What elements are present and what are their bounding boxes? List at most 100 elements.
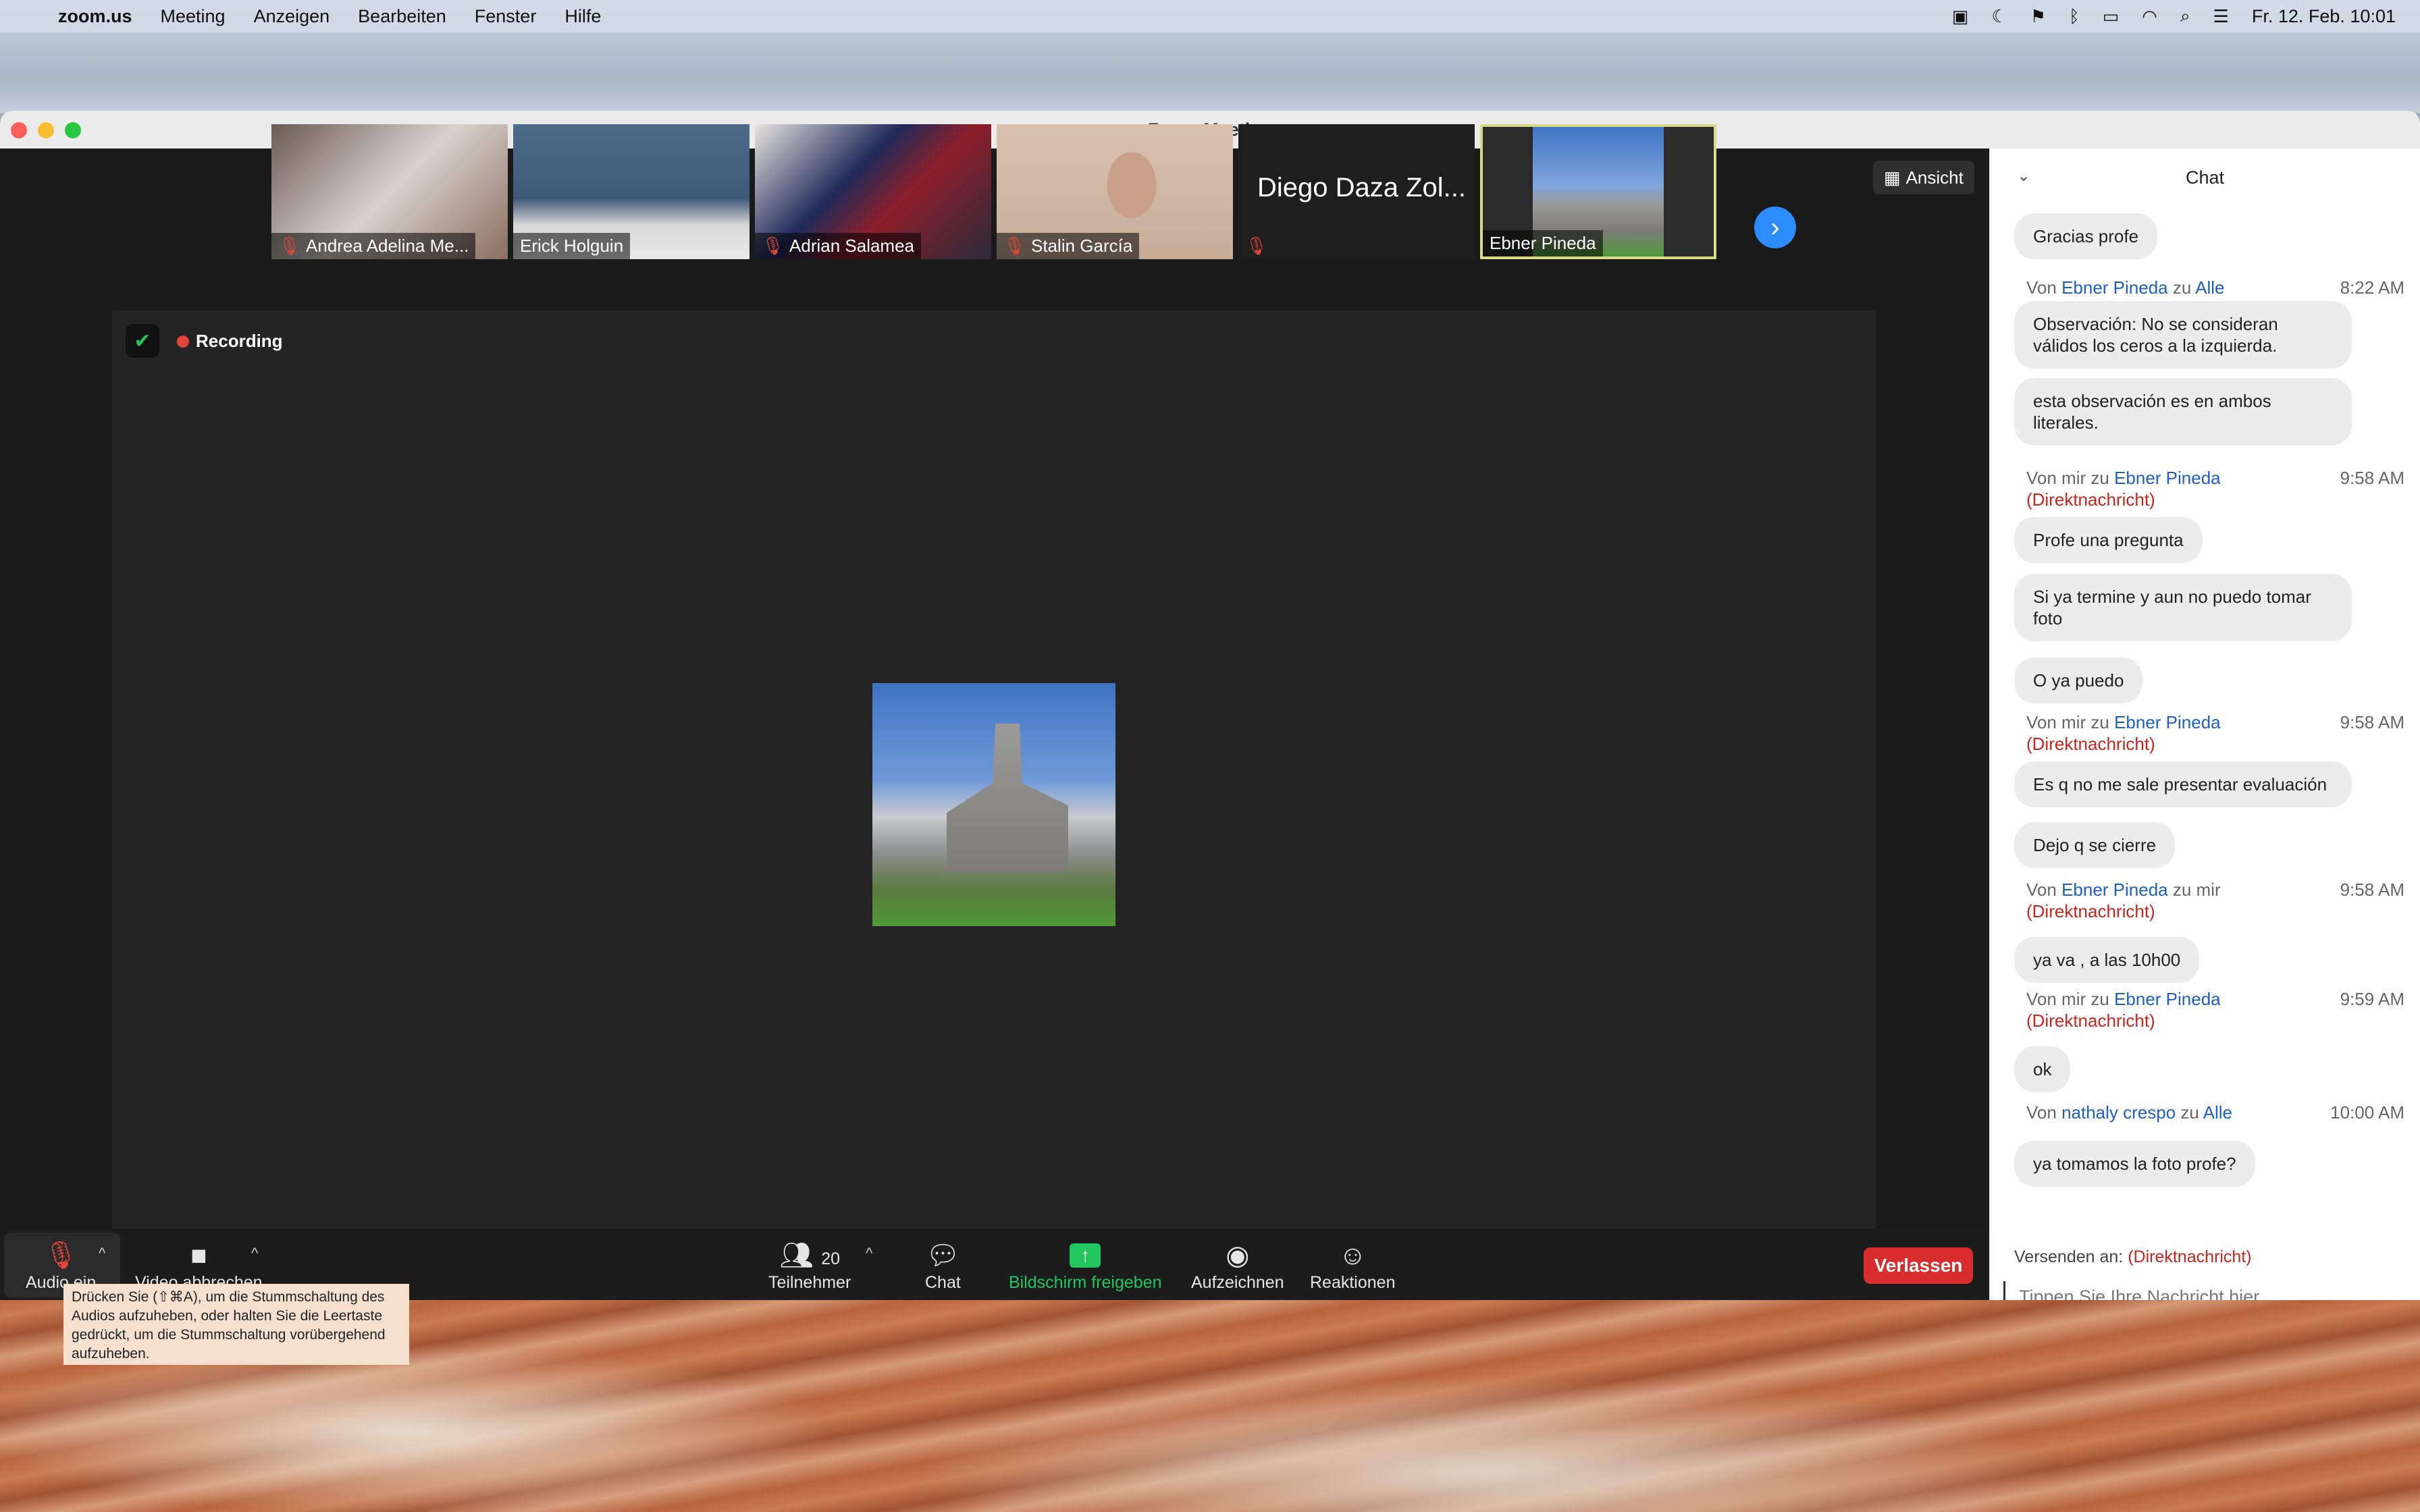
chat-title: Chat [2185,167,2225,188]
menu-hilfe[interactable]: Hilfe [564,6,601,27]
record-dot-icon [177,335,189,348]
chat-message-meta: Von mir zu Ebner Pineda (Direktnachricht)… [2026,711,2404,755]
recipient-name[interactable]: Ebner Pineda [2114,989,2221,1009]
sender-name[interactable]: nathaly crespo [2061,1102,2176,1123]
participant-name: Erick Holguin [520,236,624,256]
control-center-icon[interactable]: ☰ [2213,6,2229,27]
shield-icon[interactable]: ✔ [126,324,159,358]
chat-message-meta: Von nathaly crespo zu Alle 10:00 AM [2026,1102,2404,1123]
menu-app[interactable]: zoom.us [58,6,132,27]
message-time: 9:59 AM [2340,989,2404,1009]
menubar: zoom.us Meeting Anzeigen Bearbeiten Fens… [0,0,2420,32]
thumbnail-active-speaker[interactable]: Ebner Pineda [1480,124,1716,259]
video-options-caret-icon[interactable]: ^ [251,1245,258,1262]
active-speaker-view: ✔ Recording [112,310,1876,1228]
meta-prefix: Von [2026,1102,2062,1123]
recipient-name[interactable]: Ebner Pineda [2114,712,2221,732]
send-to-recipient[interactable]: (Direktnachricht) [2128,1247,2251,1266]
desktop-wallpaper-top [0,32,2420,113]
meta-prefix: Von [2026,880,2062,900]
recording-indicator[interactable]: Recording [177,331,283,352]
recipient-name[interactable]: Alle [2195,277,2224,298]
view-button-label: Ansicht [1905,167,1964,188]
battery-icon[interactable]: ▭ [2103,6,2120,27]
mic-muted-icon: 🎙︎ [1245,236,1268,256]
flag-us-icon[interactable]: ⚑ [2030,6,2046,27]
chat-message-meta: Von Ebner Pineda zu Alle 8:22 AM [2026,277,2404,298]
chevron-right-icon: › [1770,212,1780,242]
chat-message-bubble: esta observación es en ambos literales. [2014,378,2352,446]
zoom-window-button[interactable] [65,122,81,138]
share-screen-button[interactable]: ↑ Bildschirm freigeben [1009,1238,1162,1293]
chat-message-bubble: Observación: No se consideran válidos lo… [2014,301,2352,369]
chat-bubble-icon: 💬︎ [926,1241,960,1270]
chat-message-bubble: Si ya termine y aun no puedo tomar foto [2014,574,2352,641]
unmute-tooltip: Drücken Sie (⇧⌘A), um die Stummschaltung… [63,1284,409,1365]
leave-button[interactable]: Verlassen [1864,1247,1973,1284]
participant-name-tag: 🎙︎ Andrea Adelina Me... [271,233,476,259]
chat-message-meta: Von mir zu Ebner Pineda (Direktnachricht)… [2026,988,2404,1031]
menu-meeting[interactable]: Meeting [161,6,226,27]
menu-anzeigen[interactable]: Anzeigen [254,6,330,27]
wifi-icon[interactable]: ◠ [2142,6,2157,27]
menu-fenster[interactable]: Fenster [475,6,537,27]
chat-message-bubble: Dejo q se cierre [2014,822,2176,868]
next-page-button[interactable]: › [1754,207,1796,248]
thumbnail-video[interactable]: 🎙︎ Andrea Adelina Me... [271,124,508,259]
chat-message-bubble: Profe una pregunta [2014,517,2203,563]
audio-options-caret-icon[interactable]: ^ [99,1245,105,1262]
chat-button[interactable]: 💬︎ Chat [925,1238,961,1293]
mic-muted-icon: 🎙︎ [43,1241,78,1270]
thumbnail-video[interactable]: Erick Holguin [513,124,749,259]
zoom-icon[interactable]: ▣ [1952,6,1969,27]
message-time: 8:22 AM [2340,277,2404,298]
chat-header: ⌄ Chat [1990,148,2420,207]
recording-label: Recording [196,331,283,351]
participant-name: Stalin García [1031,236,1133,256]
chat-label: Chat [925,1273,961,1292]
recipient-name[interactable]: Ebner Pineda [2114,468,2221,488]
thumbnail-no-video[interactable]: Diego Daza Zol... 🎙︎ [1238,124,1475,259]
meta-prefix: Von mir zu [2026,712,2115,732]
chat-message-meta: Von mir zu Ebner Pineda (Direktnachricht)… [2026,467,2404,510]
participants-label: Teilnehmer [768,1273,851,1292]
participants-icon: 👥︎ 20 [779,1241,840,1270]
participants-button[interactable]: 👥︎ 20 Teilnehmer [768,1238,851,1293]
chat-message-bubble: Gracias profe [2014,213,2158,259]
send-to-row: Versenden an: (Direktnachricht) [2014,1247,2252,1267]
participant-name-tag: 🎙︎ Adrian Salamea [755,233,922,259]
recipient-name[interactable]: Alle [2203,1102,2232,1123]
chat-message-meta: Von Ebner Pineda zu mir (Direktnachricht)… [2026,879,2404,922]
sender-name[interactable]: Ebner Pineda [2061,880,2168,900]
sender-name[interactable]: Ebner Pineda [2061,277,2168,298]
chat-message-bubble: Es q no me sale presentar evaluación [2014,761,2352,807]
moon-icon[interactable]: ☾ [1991,6,2007,27]
participant-name: Adrian Salamea [789,236,915,256]
reactions-button[interactable]: ☺ Reaktionen [1310,1238,1395,1293]
thumbnail-video[interactable]: 🎙︎ Stalin García [997,124,1233,259]
search-icon[interactable]: ⌕ [2180,5,2190,27]
speaker-avatar-image [872,683,1115,926]
smiley-plus-icon: ☺ [1338,1241,1367,1270]
menu-bearbeiten[interactable]: Bearbeiten [358,6,446,27]
send-to-label: Versenden an: [2014,1247,2124,1266]
meta-mid: zu [2167,277,2196,298]
meta-prefix: Von [2026,277,2062,298]
close-window-button[interactable] [11,122,27,138]
chat-message-bubble: O ya puedo [2014,657,2143,703]
participant-name: Ebner Pineda [1490,233,1596,253]
record-button[interactable]: ◉ Aufzeichnen [1191,1238,1284,1293]
bluetooth-icon[interactable]: ᛒ [2069,6,2080,27]
traffic-lights [11,122,92,138]
participants-count: 20 [821,1249,840,1268]
minimize-window-button[interactable] [38,122,54,138]
chat-message-input[interactable]: Tippen Sie Ihre Nachricht hier... [2003,1281,2409,1300]
participant-name-tag: 🎙︎ [1238,233,1280,259]
menubar-clock[interactable]: Fr. 12. Feb. 10:01 [2252,6,2396,27]
view-button[interactable]: ▦ Ansicht [1873,161,1974,194]
chevron-down-icon[interactable]: ⌄ [2017,166,2030,186]
thumbnail-video[interactable]: 🎙︎ Adrian Salamea [755,124,991,259]
meta-prefix: Von mir zu [2026,989,2115,1009]
participant-name-tag: 🎙︎ Stalin García [997,233,1140,259]
participants-options-caret-icon[interactable]: ^ [866,1245,872,1262]
